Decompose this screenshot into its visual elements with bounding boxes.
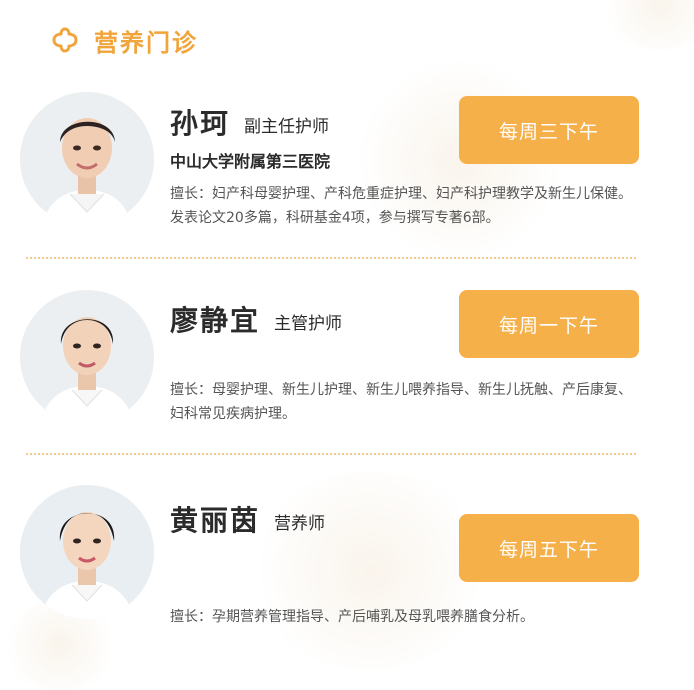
doctor-title: 副主任护师 [244,117,330,137]
doctor-hospital: 中山大学附属第三医院 [170,152,331,171]
doctor-description: 擅长：孕期营养管理指导、产后哺乳及母乳喂养膳食分析。 [170,609,534,625]
doctor-avatar [20,485,154,619]
doctor-name: 黄丽茵 [170,504,261,537]
name-row: 黄丽茵 营养师 [170,505,325,537]
doctor-name: 孙珂 [170,107,231,140]
doctor-title: 主管护师 [274,314,343,334]
divider [26,453,636,455]
doctor-description: 擅长：妇产科母婴护理、产科危重症护理、妇产科护理教学及新生儿保健。发表论文20多… [170,186,632,226]
doctor-avatar [20,92,154,226]
divider [26,257,636,259]
schedule-button[interactable]: 每周一下午 [459,290,639,358]
schedule-button[interactable]: 每周五下午 [459,514,639,582]
doctor-description: 擅长：母婴护理、新生儿护理、新生儿喂养指导、新生儿抚触、产后康复、妇科常见疾病护… [170,382,632,422]
section-title: 营养门诊 [94,28,198,57]
doctor-name: 廖静宜 [170,304,261,337]
background-flower-decoration [600,0,694,50]
schedule-button[interactable]: 每周三下午 [459,96,639,164]
section-header: 营养门诊 [52,20,198,60]
background-flower-decoration [250,470,490,670]
flower-icon [52,27,78,53]
doctor-title: 营养师 [274,514,326,534]
name-row: 孙珂 副主任护师 [170,108,329,140]
name-row: 廖静宜 主管护师 [170,305,342,337]
doctor-avatar [20,290,154,424]
